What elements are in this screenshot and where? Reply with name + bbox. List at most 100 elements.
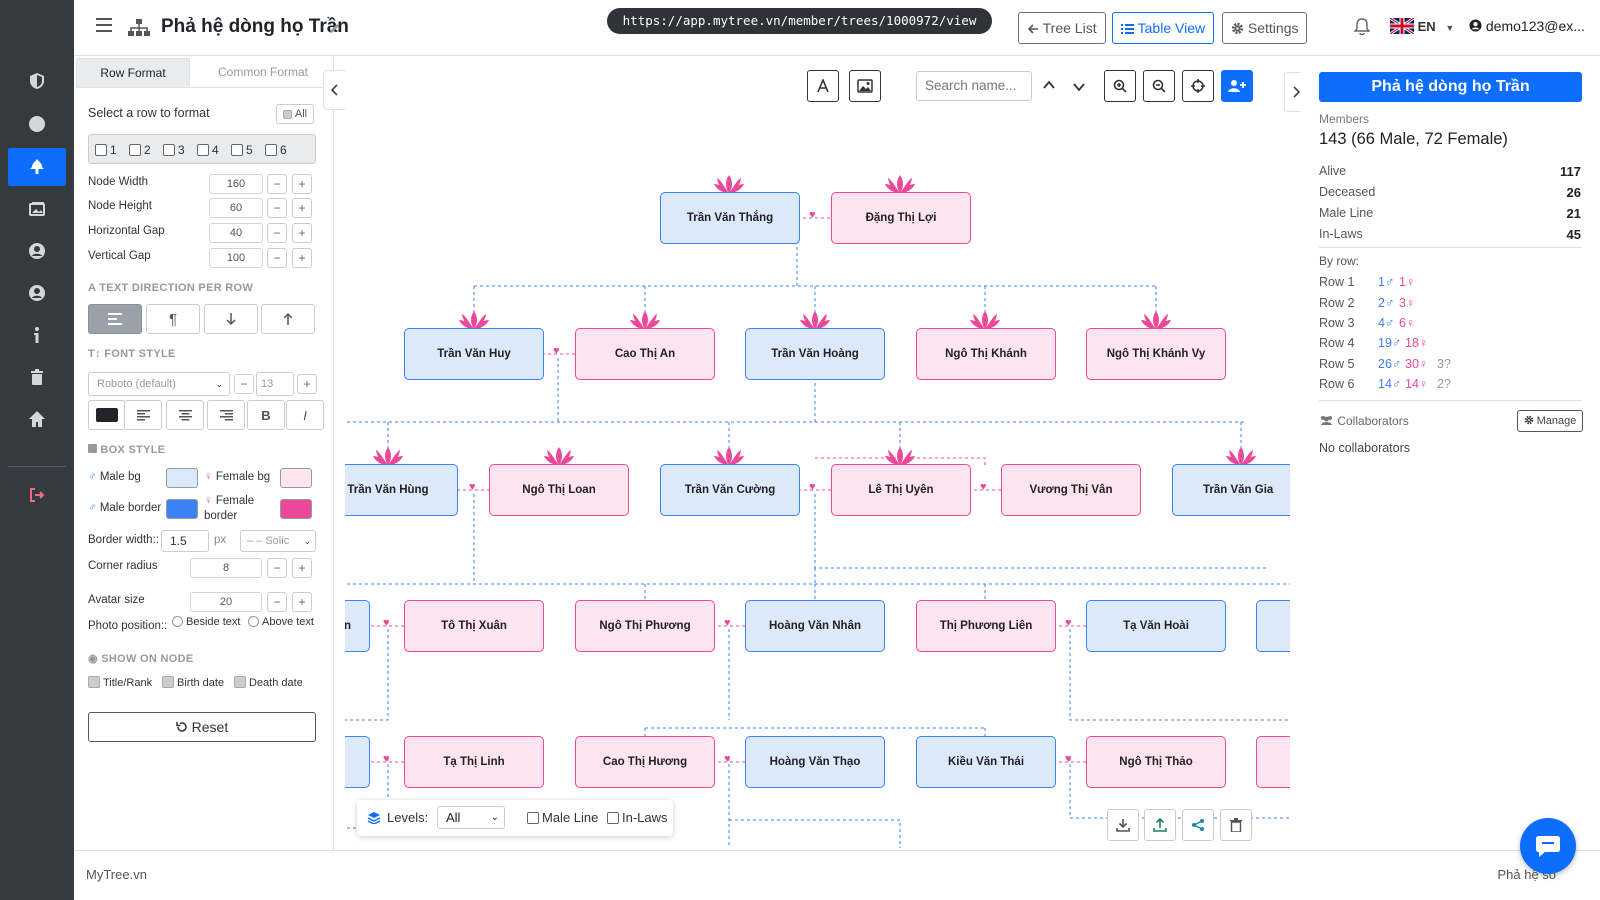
share-button[interactable]: [1182, 809, 1214, 841]
language-selector[interactable]: EN ▼: [1389, 16, 1454, 36]
male-border-swatch[interactable]: [166, 499, 198, 519]
download-button[interactable]: [1107, 809, 1139, 841]
hamburger-icon[interactable]: [96, 18, 112, 32]
tree-node-male[interactable]: Trần Văn Thắng: [660, 192, 800, 244]
tree-node-female[interactable]: Vương Thị Vân: [1001, 464, 1141, 516]
in-laws-checkbox[interactable]: In-Laws: [607, 810, 668, 825]
user-circle-icon[interactable]: [8, 232, 66, 270]
font-size-input[interactable]: 13: [256, 372, 294, 396]
tree-node-male[interactable]: Trần Văn Hoàng: [745, 328, 885, 380]
zoom-out-button[interactable]: [1143, 70, 1175, 102]
direction-horizontal-button[interactable]: [88, 304, 142, 334]
chat-button[interactable]: [1520, 818, 1576, 874]
node-height-minus-button[interactable]: −: [267, 198, 287, 218]
node-height-plus-button[interactable]: +: [292, 198, 312, 218]
hgap-plus-button[interactable]: +: [292, 223, 312, 243]
female-border-swatch[interactable]: [280, 499, 312, 519]
tree-node-male[interactable]: Tạ Văn Hoài: [1086, 600, 1226, 652]
home-icon[interactable]: [8, 400, 66, 438]
node-height-input[interactable]: 60: [209, 198, 263, 218]
font-family-select[interactable]: Roboto (default) ⌄: [88, 372, 230, 396]
tree-node-female[interactable]: Ngô Thị Phương: [575, 600, 715, 652]
manage-collaborators-button[interactable]: Manage: [1517, 410, 1583, 432]
trash-icon[interactable]: [8, 358, 66, 396]
avatar-size-input[interactable]: 20: [190, 592, 262, 612]
title-rank-checkbox[interactable]: Title/Rank: [88, 676, 152, 689]
tree-node-male[interactable]: Hoàng Văn Nhân: [745, 600, 885, 652]
row-checkbox-5[interactable]: 5: [231, 143, 253, 157]
hgap-minus-button[interactable]: −: [267, 223, 287, 243]
tree-node-female[interactable]: Cao Thị Hương: [575, 736, 715, 788]
font-size-minus-button[interactable]: −: [234, 374, 254, 394]
zoom-in-button[interactable]: [1104, 70, 1136, 102]
info-icon[interactable]: [8, 316, 66, 354]
text-mode-button[interactable]: [807, 70, 839, 102]
border-style-select[interactable]: – – Solic ⌄: [240, 530, 316, 552]
levels-select[interactable]: All ⌄: [437, 806, 505, 829]
vgap-input[interactable]: 100: [209, 248, 263, 268]
corner-radius-plus-button[interactable]: +: [292, 558, 312, 578]
node-width-minus-button[interactable]: −: [267, 174, 287, 194]
birth-date-checkbox[interactable]: Birth date: [162, 676, 224, 689]
align-left-button[interactable]: [124, 400, 162, 430]
tree-node-female[interactable]: Ngô Thị Khánh: [916, 328, 1056, 380]
tree-node-male[interactable]: Trần Văn Gia: [1172, 464, 1290, 516]
tree-icon[interactable]: [8, 148, 66, 186]
center-view-button[interactable]: [1182, 70, 1214, 102]
tree-node-male[interactable]: Trần Văn Huy: [404, 328, 544, 380]
tree-node-female[interactable]: [1256, 736, 1290, 788]
user-circle-icon[interactable]: [8, 274, 66, 312]
tree-node-female[interactable]: Cao Thị An: [575, 328, 715, 380]
tree-node-male[interactable]: uấn: [345, 600, 370, 652]
node-width-plus-button[interactable]: +: [292, 174, 312, 194]
hgap-input[interactable]: 40: [209, 223, 263, 243]
direction-paragraph-button[interactable]: ¶: [146, 304, 200, 334]
images-icon[interactable]: [8, 190, 66, 228]
male-line-checkbox[interactable]: Male Line: [527, 810, 598, 825]
row-checkbox-3[interactable]: 3: [163, 143, 185, 157]
circle-icon[interactable]: [8, 105, 66, 143]
row-checkbox-6[interactable]: 6: [265, 143, 287, 157]
corner-radius-minus-button[interactable]: −: [267, 558, 287, 578]
tree-list-button[interactable]: Tree List: [1018, 12, 1106, 44]
tree-node-female[interactable]: Đặng Thị Lợi: [831, 192, 971, 244]
above-text-radio[interactable]: Above text: [248, 616, 314, 628]
tree-node-female[interactable]: Lê Thị Uyên: [831, 464, 971, 516]
pencil-icon[interactable]: [328, 22, 341, 35]
border-width-input[interactable]: 1.5: [161, 530, 209, 552]
user-menu[interactable]: demo123@ex...: [1469, 18, 1585, 34]
tree-node-female[interactable]: Ngô Thị Loan: [489, 464, 629, 516]
bold-button[interactable]: B: [247, 400, 285, 430]
upload-button[interactable]: [1144, 809, 1176, 841]
death-date-checkbox[interactable]: Death date: [234, 676, 303, 689]
corner-radius-input[interactable]: 8: [190, 558, 262, 578]
row-checkbox-1[interactable]: 1: [95, 143, 117, 157]
tree-node-male[interactable]: [345, 736, 370, 788]
chevron-down-icon[interactable]: [1072, 82, 1086, 92]
avatar-size-minus-button[interactable]: −: [267, 592, 287, 612]
tree-canvas[interactable]: Trần Văn Thắng ♥ Đặng Thị Lợi Trần Văn H…: [345, 58, 1290, 850]
select-all-button[interactable]: All: [276, 104, 314, 124]
tab-row-format[interactable]: Row Format: [76, 58, 190, 88]
vgap-minus-button[interactable]: −: [267, 248, 287, 268]
female-bg-swatch[interactable]: [280, 468, 312, 488]
bell-icon[interactable]: [1354, 18, 1370, 36]
tree-node-male[interactable]: Trần Văn Cường: [660, 464, 800, 516]
tree-node-female[interactable]: Thị Phương Liên: [916, 600, 1056, 652]
chevron-up-icon[interactable]: [1042, 80, 1056, 90]
direction-up-button[interactable]: [261, 304, 315, 334]
tree-node-female[interactable]: Ngô Thị Khánh Vy: [1086, 328, 1226, 380]
align-center-button[interactable]: [166, 400, 204, 430]
align-right-button[interactable]: [207, 400, 245, 430]
direction-down-button[interactable]: [204, 304, 258, 334]
beside-text-radio[interactable]: Beside text: [172, 616, 240, 628]
shield-icon[interactable]: [8, 62, 66, 100]
search-input[interactable]: Search name...: [916, 71, 1032, 101]
male-bg-swatch[interactable]: [166, 468, 198, 488]
row-checkbox-2[interactable]: 2: [129, 143, 151, 157]
tree-node-male[interactable]: [1256, 600, 1290, 652]
tree-node-female[interactable]: Tạ Thị Linh: [404, 736, 544, 788]
reset-button[interactable]: Reset: [88, 712, 316, 742]
tab-common-format[interactable]: Common Format: [192, 58, 334, 88]
settings-button[interactable]: Settings: [1222, 12, 1308, 44]
